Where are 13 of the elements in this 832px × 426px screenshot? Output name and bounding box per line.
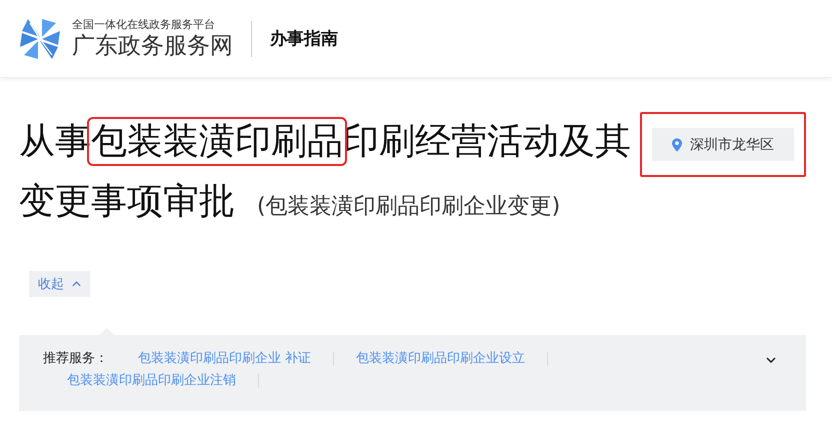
section-title: 办事指南 (270, 28, 338, 50)
service-link[interactable]: 包装装潢印刷品印刷企业注销 (67, 371, 236, 391)
chevron-icon[interactable] (766, 357, 776, 363)
service-link[interactable]: 包装装潢印刷品印刷企业设立 (356, 349, 526, 369)
recommended-label: 推荐服务： (43, 350, 108, 368)
pinwheel-logo-icon (18, 16, 62, 60)
site-tagline: 全国一体化在线政务服务平台 (72, 18, 216, 32)
chevron-icon (72, 281, 81, 287)
site-name: 广东政务服务网 (72, 32, 233, 60)
location-pin-icon (672, 138, 682, 152)
location-tag[interactable]: 深圳市龙华区 (652, 128, 794, 161)
service-link[interactable]: 包装装潢印刷品印刷企业 补证 (138, 349, 312, 369)
collapse-button[interactable]: 收起 (29, 271, 90, 297)
